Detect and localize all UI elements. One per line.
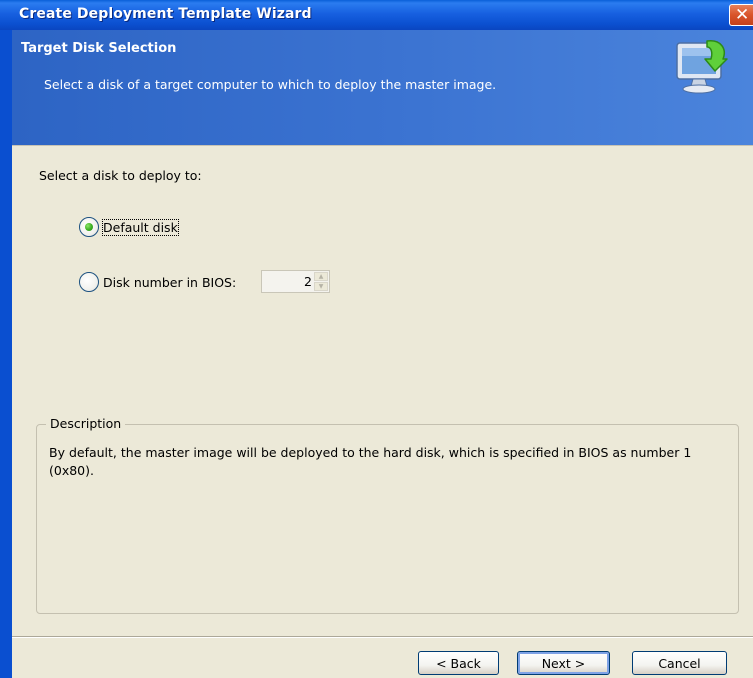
back-button[interactable]: < Back <box>418 651 499 675</box>
window-left-border <box>0 30 12 678</box>
disk-number-value: 2 <box>304 274 312 289</box>
spin-down-icon[interactable]: ▼ <box>314 282 328 291</box>
radio-button-selected[interactable] <box>79 217 99 237</box>
next-button[interactable]: Next > <box>517 651 610 675</box>
close-button[interactable]: ✕ <box>729 4 753 26</box>
page-description: Select a disk of a target computer to wh… <box>44 77 497 92</box>
radio-label-default-disk[interactable]: Default disk <box>102 218 179 236</box>
radio-default-disk[interactable]: Default disk <box>79 217 179 237</box>
window-title: Create Deployment Template Wizard <box>19 6 312 22</box>
cancel-button[interactable]: Cancel <box>632 651 727 675</box>
description-text: By default, the master image will be dep… <box>49 445 692 478</box>
radio-disk-number[interactable]: Disk number in BIOS: <box>79 272 236 292</box>
close-icon: ✕ <box>735 5 750 25</box>
disk-number-spinner[interactable]: 2 ▲ ▼ <box>261 270 330 293</box>
wizard-window: Create Deployment Template Wizard ✕ Targ… <box>0 0 753 678</box>
title-bar[interactable]: Create Deployment Template Wizard ✕ <box>0 0 753 30</box>
radio-label-disk-number[interactable]: Disk number in BIOS: <box>103 275 236 290</box>
description-legend: Description <box>46 416 126 431</box>
page-title: Target Disk Selection <box>21 41 177 56</box>
disk-selection-prompt: Select a disk to deploy to: <box>39 168 202 183</box>
spin-up-icon[interactable]: ▲ <box>314 272 328 281</box>
radio-selected-dot <box>85 223 93 231</box>
radio-button[interactable] <box>79 272 99 292</box>
spinner-buttons: ▲ ▼ <box>314 272 328 291</box>
computer-download-icon <box>676 40 728 94</box>
